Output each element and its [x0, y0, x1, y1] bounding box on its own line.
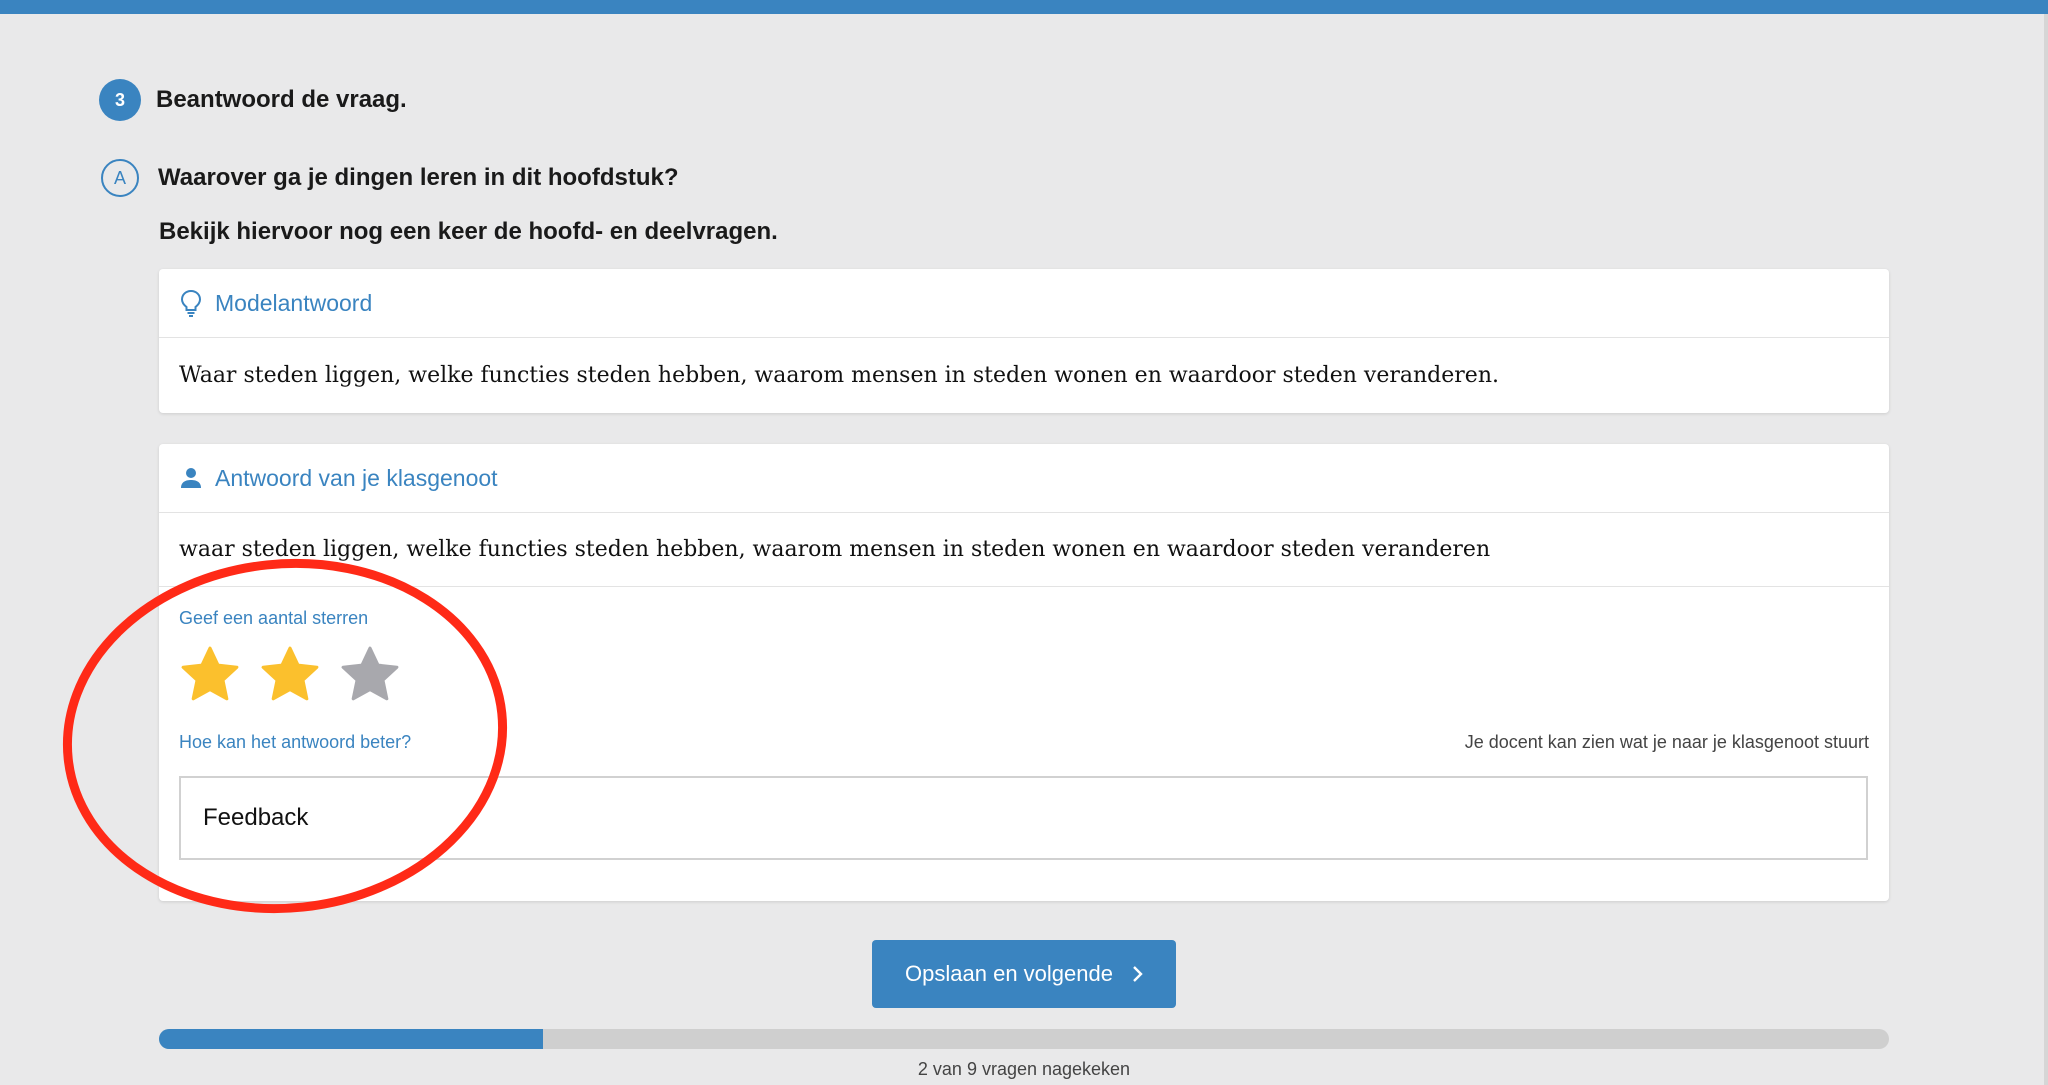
- feedback-label: Hoe kan het antwoord beter?: [179, 732, 412, 752]
- teacher-visibility-note: Je docent kan zien wat je naar je klasge…: [1464, 732, 1869, 752]
- rating-label: Geef een aantal sterren: [179, 608, 369, 628]
- feedback-input[interactable]: [179, 776, 1868, 860]
- step-number-badge: 3: [99, 79, 141, 121]
- peer-answer-text: waar steden liggen, welke functies stede…: [159, 513, 1889, 587]
- question-instruction: Bekijk hiervoor nog een keer de hoofd- e…: [159, 218, 778, 245]
- model-answer-card: Modelantwoord Waar steden liggen, welke …: [159, 269, 1889, 413]
- question-header: A Waarover ga je dingen leren in dit hoo…: [101, 157, 679, 199]
- step-title: Beantwoord de vraag.: [156, 86, 407, 113]
- progress-bar: [159, 1029, 1889, 1049]
- question-letter-badge: A: [101, 159, 139, 197]
- star-rating[interactable]: [179, 644, 401, 706]
- progress-text: 2 van 9 vragen nagekeken: [917, 1059, 1131, 1079]
- lightbulb-icon: [180, 289, 202, 317]
- model-answer-title: Modelantwoord: [215, 289, 373, 316]
- model-answer-header: Modelantwoord: [159, 269, 1889, 338]
- window-edge: [2044, 14, 2048, 1085]
- star-icon-3[interactable]: [339, 644, 401, 706]
- peer-answer-title: Antwoord van je klasgenoot: [215, 464, 498, 491]
- question-text: Waarover ga je dingen leren in dit hoofd…: [158, 164, 679, 191]
- star-icon-2[interactable]: [259, 644, 321, 706]
- chevron-right-icon: [1133, 966, 1143, 982]
- peer-answer-header: Antwoord van je klasgenoot: [159, 444, 1889, 513]
- progress-bar-fill: [159, 1029, 544, 1049]
- peer-answer-card: Antwoord van je klasgenoot waar steden l…: [159, 444, 1889, 901]
- save-and-next-button[interactable]: Opslaan en volgende: [872, 940, 1176, 1008]
- save-button-label: Opslaan en volgende: [905, 961, 1113, 986]
- star-icon-1[interactable]: [179, 644, 241, 706]
- model-answer-text: Waar steden liggen, welke functies stede…: [179, 363, 1499, 388]
- person-icon: [181, 468, 201, 488]
- step-header: 3 Beantwoord de vraag.: [99, 79, 407, 121]
- top-accent-bar: [0, 0, 2048, 14]
